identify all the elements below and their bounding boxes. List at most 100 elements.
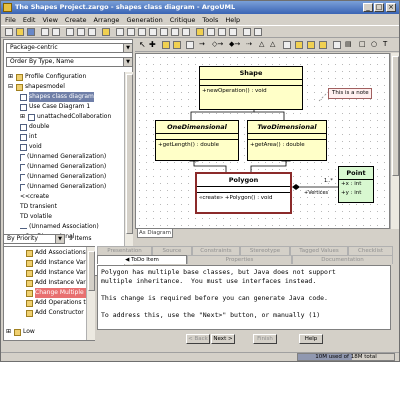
- todo-item[interactable]: Add Instance Var: [26, 278, 86, 288]
- diagram-tab[interactable]: As Diagram: [137, 229, 173, 238]
- new-sequence-diagram-icon[interactable]: [182, 28, 190, 36]
- menu-arrange[interactable]: Arrange: [94, 16, 120, 24]
- help-button[interactable]: Help: [299, 334, 323, 344]
- navigate-forward-icon[interactable]: [218, 28, 226, 36]
- tab-checklist[interactable]: Checklist: [348, 246, 393, 255]
- class-polygon[interactable]: Polygon «create» +Polygon() : void: [195, 172, 292, 214]
- menu-generation[interactable]: Generation: [126, 16, 162, 24]
- tree-item[interactable]: (Unnamed Generalization): [20, 152, 106, 162]
- tree-item[interactable]: TD transient: [20, 202, 57, 212]
- new-package-icon[interactable]: [162, 41, 170, 49]
- new-association-icon[interactable]: [186, 41, 194, 49]
- todo-item[interactable]: Add Operations t: [26, 298, 86, 308]
- menu-critique[interactable]: Critique: [170, 16, 196, 24]
- tree-item[interactable]: int: [20, 132, 37, 142]
- scrollbar-thumb[interactable]: [392, 56, 399, 176]
- print-icon[interactable]: [41, 28, 49, 36]
- new-usecase-diagram-icon[interactable]: [127, 28, 135, 36]
- tree-item[interactable]: << create: [20, 192, 49, 202]
- explorer-scrollbar[interactable]: [124, 72, 133, 274]
- redo-icon[interactable]: [254, 28, 262, 36]
- new-operation-icon[interactable]: ▤: [345, 40, 352, 48]
- chevron-down-icon[interactable]: ▼: [55, 235, 64, 243]
- find-icon[interactable]: [102, 28, 110, 36]
- navigate-back-icon[interactable]: [207, 28, 215, 36]
- ellipse-icon[interactable]: ○: [371, 40, 377, 48]
- tab-documentation[interactable]: Documentation: [292, 255, 393, 264]
- menu-create[interactable]: Create: [65, 16, 87, 24]
- todo-item[interactable]: Add Instance Var: [26, 268, 86, 278]
- tab-stereotype[interactable]: Stereotype: [240, 246, 290, 255]
- undo-icon[interactable]: [243, 28, 251, 36]
- new-enumeration-icon[interactable]: [307, 41, 315, 49]
- association-arrow-icon[interactable]: →: [199, 40, 205, 48]
- generalization-arrow-icon[interactable]: △: [259, 40, 264, 48]
- paste-icon[interactable]: [88, 28, 96, 36]
- back-button[interactable]: < Back: [186, 334, 210, 344]
- new-datatype-icon[interactable]: [295, 41, 303, 49]
- scrollbar-thumb[interactable]: [88, 251, 95, 291]
- class-twodimensional[interactable]: TwoDimensional +getArea() : double: [247, 120, 327, 161]
- new-deployment-diagram-icon[interactable]: [171, 28, 179, 36]
- rectangle-icon[interactable]: □: [359, 40, 366, 48]
- menu-file[interactable]: File: [5, 16, 16, 24]
- zoom-icon[interactable]: [196, 28, 204, 36]
- new-state-diagram-icon[interactable]: [138, 28, 146, 36]
- close-button[interactable]: ×: [386, 3, 396, 12]
- todo-priority-select[interactable]: By Priority ▼: [3, 234, 65, 244]
- copy-icon[interactable]: [77, 28, 85, 36]
- open-project-icon[interactable]: [16, 28, 24, 36]
- tree-item[interactable]: Use Case Diagram 1: [20, 102, 90, 112]
- new-class-icon[interactable]: [173, 41, 181, 49]
- todo-item[interactable]: Add Instance Var: [26, 258, 86, 268]
- new-collaboration-diagram-icon[interactable]: [160, 28, 168, 36]
- tab-presentation[interactable]: Presentation: [97, 246, 152, 255]
- next-button[interactable]: Next >: [211, 334, 235, 344]
- class-onedimensional[interactable]: OneDimensional +getLength() : double: [155, 120, 239, 161]
- select-arrow-icon[interactable]: ↖: [139, 40, 146, 49]
- chevron-down-icon[interactable]: ▼: [123, 58, 132, 66]
- realization-icon[interactable]: △: [270, 40, 275, 48]
- text-tool-icon[interactable]: T: [383, 40, 387, 48]
- diagram-canvas[interactable]: Shape +newOperation() : void This is a n…: [135, 53, 390, 229]
- new-class-diagram-icon[interactable]: [116, 28, 124, 36]
- maximize-button[interactable]: □: [374, 3, 384, 12]
- tab-source[interactable]: Source: [152, 246, 192, 255]
- tree-item[interactable]: (Unnamed Generalization): [20, 162, 106, 172]
- composition-icon[interactable]: ◆→: [229, 40, 240, 48]
- tree-item[interactable]: ⊟ shapesmodel: [8, 82, 65, 92]
- tree-item[interactable]: (Unnamed Generalization): [20, 182, 106, 192]
- new-activity-diagram-icon[interactable]: [149, 28, 157, 36]
- menu-edit[interactable]: Edit: [23, 16, 36, 24]
- tree-item[interactable]: ⊞ unattachedCollaboration: [20, 112, 111, 122]
- new-interface-icon[interactable]: [283, 41, 291, 49]
- chevron-down-icon[interactable]: ▼: [123, 44, 132, 52]
- new-signal-icon[interactable]: [319, 41, 327, 49]
- tree-item-selected[interactable]: shapes class diagram: [20, 92, 94, 102]
- dependency-icon[interactable]: ⇢: [246, 40, 252, 48]
- preferences-icon[interactable]: [229, 28, 237, 36]
- menu-view[interactable]: View: [42, 16, 57, 24]
- tab-todo-item[interactable]: ◀ ToDo Item: [97, 255, 187, 264]
- todo-item[interactable]: Add Constructor: [26, 308, 84, 318]
- save-project-icon[interactable]: [27, 28, 35, 36]
- todo-item-selected[interactable]: Change Multiple I: [26, 288, 88, 298]
- todo-item[interactable]: Add Associations: [26, 248, 86, 258]
- aggregation-icon[interactable]: ◇→: [212, 40, 223, 48]
- tab-properties[interactable]: Properties: [187, 255, 292, 264]
- broom-icon[interactable]: ✚: [149, 40, 156, 49]
- tab-constraints[interactable]: Constraints: [192, 246, 240, 255]
- page-setup-icon[interactable]: [52, 28, 60, 36]
- tree-item[interactable]: void: [20, 142, 42, 152]
- tree-item[interactable]: ⊞ Profile Configuration: [8, 72, 86, 82]
- perspective-select[interactable]: Package-centric ▼: [6, 43, 133, 53]
- class-shape[interactable]: Shape +newOperation() : void: [199, 66, 303, 110]
- todo-scrollbar[interactable]: [86, 247, 95, 340]
- diagram-scrollbar[interactable]: [390, 53, 399, 229]
- new-project-icon[interactable]: [5, 28, 13, 36]
- menu-help[interactable]: Help: [225, 16, 240, 24]
- minimize-button[interactable]: _: [363, 3, 373, 12]
- note[interactable]: This is a note: [328, 88, 372, 99]
- tree-item[interactable]: double: [20, 122, 49, 132]
- tree-item[interactable]: TD volatile: [20, 212, 52, 222]
